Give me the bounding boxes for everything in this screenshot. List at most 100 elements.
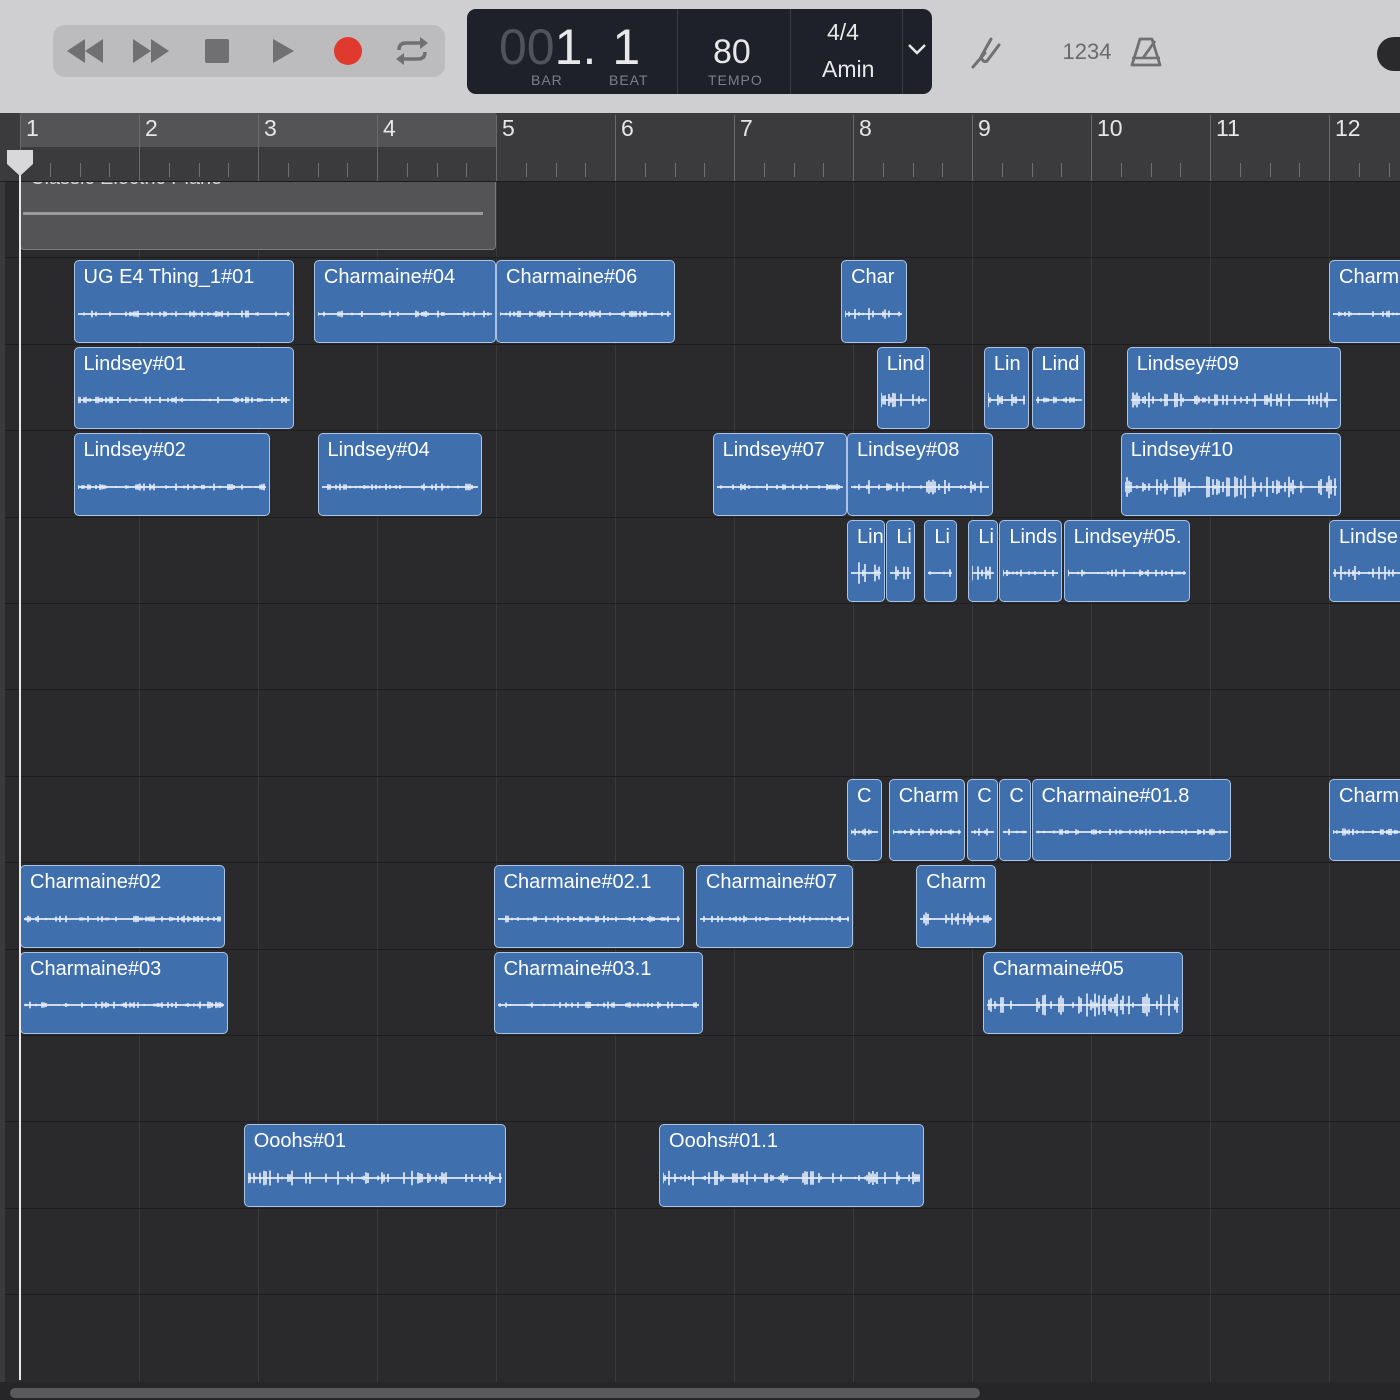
waveform-area xyxy=(715,469,843,505)
audio-region[interactable]: Lin xyxy=(983,346,1030,430)
bar-marker xyxy=(1210,115,1211,181)
audio-region[interactable]: Charm xyxy=(1329,260,1400,343)
audio-region[interactable]: Lind xyxy=(1031,346,1086,430)
region-label: Charm xyxy=(926,871,987,894)
count-in-button[interactable]: 1234 xyxy=(1060,36,1114,68)
waveform-area xyxy=(1034,814,1228,850)
play-icon xyxy=(273,39,294,63)
rewind-button[interactable] xyxy=(55,25,115,77)
audio-region[interactable]: Charmaine#06 xyxy=(496,260,675,343)
audio-region[interactable]: Li xyxy=(968,519,999,602)
waveform xyxy=(971,565,995,581)
tracks-area[interactable]: Classic Electric Piano UG E4 Thing_1#01 C… xyxy=(0,182,1400,1382)
region-label: Charmaine#03 xyxy=(30,957,162,980)
audio-region[interactable]: Lindsey#01 xyxy=(73,346,294,430)
time-signature[interactable]: 4/4 xyxy=(827,19,859,46)
audio-region[interactable]: Ooohs#01 xyxy=(243,1124,506,1207)
waveform xyxy=(970,828,995,836)
horizontal-scrollbar[interactable] xyxy=(0,1382,1400,1400)
toolbar-toggle[interactable] xyxy=(1377,37,1400,71)
waveform-area xyxy=(850,814,879,850)
audio-region[interactable]: Lindsey#04 xyxy=(317,433,482,516)
waveform-area xyxy=(496,901,680,937)
bar-number: 12 xyxy=(1335,115,1361,141)
tempo-value[interactable]: 80 xyxy=(713,33,751,72)
audio-region[interactable]: Charmaine#01.8 xyxy=(1031,778,1232,862)
waveform xyxy=(850,479,990,494)
audio-region[interactable]: Ooohs#01.1 xyxy=(659,1124,925,1207)
audio-region[interactable]: C xyxy=(999,778,1032,862)
audio-region[interactable]: Li xyxy=(886,519,915,602)
audio-region[interactable]: Charmaine#03 xyxy=(20,951,229,1034)
audio-region[interactable]: Charmaine#02 xyxy=(20,865,225,948)
track-lane[interactable] xyxy=(0,604,1400,691)
tuner-button[interactable] xyxy=(962,30,1006,74)
bar-marker xyxy=(853,115,854,181)
beat-tick xyxy=(644,163,646,177)
audio-region[interactable]: Charmaine#04 xyxy=(313,260,496,343)
audio-region[interactable]: Lindsey#07 xyxy=(712,433,848,516)
waveform-area xyxy=(919,901,993,937)
lcd-dropdown[interactable] xyxy=(906,41,930,63)
audio-region[interactable]: Charmaine#03.1 xyxy=(493,951,704,1034)
audio-region[interactable]: Charm xyxy=(916,865,996,948)
beat-tick xyxy=(525,163,527,177)
cycle-button[interactable] xyxy=(382,25,442,77)
stop-button[interactable] xyxy=(187,25,247,77)
audio-region[interactable]: Charmaine#05 xyxy=(982,951,1183,1034)
track-lane[interactable] xyxy=(0,1209,1400,1296)
audio-region[interactable]: Lind xyxy=(876,346,931,430)
audio-region[interactable]: Linds xyxy=(999,519,1063,602)
waveform xyxy=(246,1170,502,1186)
audio-region[interactable]: Lindsey#02 xyxy=(73,433,270,516)
audio-region[interactable]: Charm xyxy=(888,778,965,862)
lcd-divider xyxy=(677,9,678,94)
bar-number: 5 xyxy=(502,115,515,141)
audio-region[interactable]: Lindse xyxy=(1329,519,1400,602)
play-button[interactable] xyxy=(253,25,313,77)
waveform-area xyxy=(1332,555,1400,591)
region-label: Charmaine#07 xyxy=(705,871,838,894)
region-label: Lindsey#01 xyxy=(83,352,186,375)
waveform xyxy=(927,569,953,577)
fast-forward-button[interactable] xyxy=(121,25,181,77)
waveform xyxy=(919,912,993,926)
audio-region[interactable]: Charmaine#02.1 xyxy=(493,865,684,948)
key-signature[interactable]: Amin xyxy=(822,56,874,83)
waveform xyxy=(699,915,849,923)
track-lane[interactable] xyxy=(0,1036,1400,1123)
audio-region[interactable]: Char xyxy=(841,260,907,343)
audio-region[interactable]: C xyxy=(847,778,882,862)
waveform-area xyxy=(1332,296,1400,332)
waveform-area xyxy=(850,469,990,505)
metronome-button[interactable] xyxy=(1124,30,1168,74)
midi-region[interactable]: Classic Electric Piano xyxy=(20,182,496,250)
playhead[interactable] xyxy=(5,148,35,178)
track-lane[interactable] xyxy=(0,690,1400,777)
audio-region[interactable]: Lindsey#10 xyxy=(1120,433,1341,516)
tuning-fork-icon xyxy=(971,37,1001,69)
audio-region[interactable]: Lindsey#08 xyxy=(847,433,994,516)
record-icon xyxy=(334,37,362,65)
beat-tick xyxy=(1299,163,1301,177)
audio-region[interactable]: UG E4 Thing_1#01 xyxy=(73,260,294,343)
audio-region[interactable]: Lindsey#09 xyxy=(1126,346,1341,430)
waveform-area xyxy=(891,814,961,850)
audio-region[interactable]: Li xyxy=(924,519,957,602)
track-lane[interactable] xyxy=(0,518,1400,604)
audio-region[interactable]: Lindsey#05. xyxy=(1063,519,1190,602)
waveform-area xyxy=(1002,555,1059,591)
lcd-display[interactable]: 001. 1 BAR BEAT 80 TEMPO 4/4 Amin xyxy=(467,9,932,94)
record-button[interactable] xyxy=(318,25,378,77)
audio-region[interactable]: Lin xyxy=(847,519,886,602)
beat-tick xyxy=(1150,163,1152,177)
region-label: Charmaine#02 xyxy=(30,871,162,894)
bar-ruler[interactable]: 1 2 3 4 5 6 7 8 9 10 11 12 xyxy=(0,113,1400,182)
audio-region[interactable]: Charmaine#07 xyxy=(695,865,853,948)
position-dot: . xyxy=(582,19,597,75)
scrollbar-thumb[interactable] xyxy=(10,1388,980,1398)
bar-number: 6 xyxy=(621,115,634,141)
waveform xyxy=(317,310,492,318)
audio-region[interactable]: Charm xyxy=(1329,778,1400,862)
audio-region[interactable]: C xyxy=(967,778,999,862)
